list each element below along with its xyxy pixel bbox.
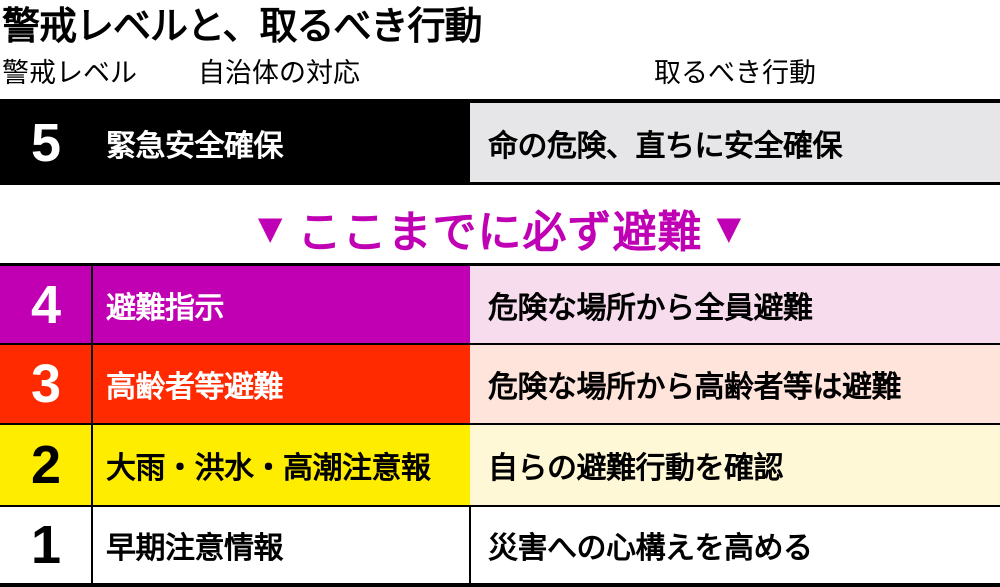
down-triangle-icon: ▼ [257,209,284,247]
column-divider [91,345,93,423]
level-number: 3 [0,345,92,423]
level-number: 1 [0,507,92,583]
level-row-1: 1 早期注意情報 災害への心構えを高める [0,507,1000,583]
banner-text: ここまでに必ず避難 [297,207,703,258]
level-row-2: 2 大雨・洪水・高潮注意報 自らの避難行動を確認 [0,425,1000,505]
level-number: 5 [0,103,92,182]
recommended-action: 災害への心構えを高める [470,507,1000,583]
level-row-5: 5 緊急安全確保 命の危険、直ちに安全確保 [0,103,1000,182]
municipal-response: 早期注意情報 [92,507,470,583]
recommended-action: 命の危険、直ちに安全確保 [470,103,1000,182]
divider [0,182,1000,185]
level-number: 4 [0,266,92,343]
evacuation-banner: ▼ ここまでに必ず避難 ▼ [0,192,1000,264]
down-triangle-icon: ▼ [716,209,743,247]
municipal-response: 大雨・洪水・高潮注意報 [92,425,470,505]
page-title: 警戒レベルと、取るべき行動 [2,4,482,48]
recommended-action: 危険な場所から高齢者等は避難 [470,345,1000,423]
municipal-response: 高齢者等避難 [92,345,470,423]
municipal-response: 避難指示 [92,266,470,343]
recommended-action: 自らの避難行動を確認 [470,425,1000,505]
municipal-response: 緊急安全確保 [92,103,470,182]
level-row-3: 3 高齢者等避難 危険な場所から高齢者等は避難 [0,345,1000,423]
column-divider [91,507,93,583]
divider [0,583,1000,587]
recommended-action: 危険な場所から全員避難 [470,266,1000,343]
column-divider [469,507,471,583]
header-action: 取るべき行動 [654,58,816,89]
column-divider [91,266,93,343]
level-number: 2 [0,425,92,505]
level-row-4: 4 避難指示 危険な場所から全員避難 [0,266,1000,343]
column-divider [91,425,93,505]
header-action-cell: 取るべき行動 [0,56,1000,92]
